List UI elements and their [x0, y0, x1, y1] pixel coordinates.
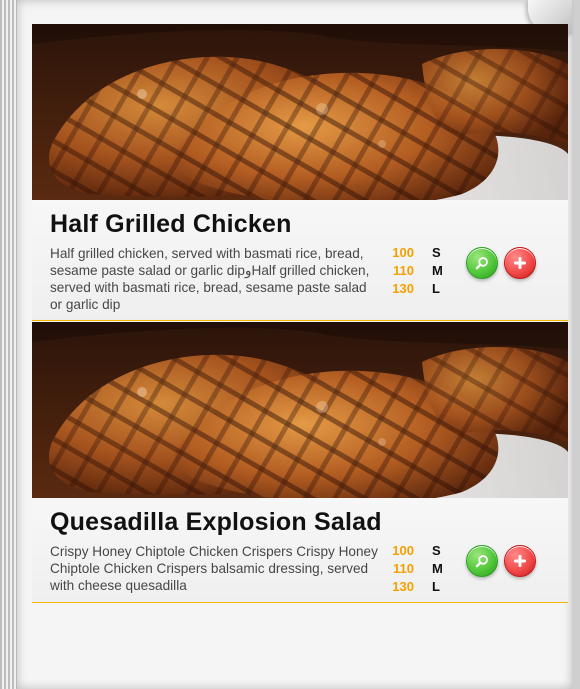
menu-book: Half Grilled Chicken Half grilled chicke… [0, 0, 580, 689]
plus-icon [514, 555, 526, 567]
price-value: 130 [392, 579, 414, 594]
price-row-s: 100 S [388, 542, 446, 560]
menu-item-actions [466, 545, 536, 577]
size-label: S [432, 245, 441, 260]
page-bottom-area [32, 606, 568, 689]
menu-item-card: Quesadilla Explosion Salad Crispy Honey … [32, 322, 568, 604]
size-label: L [432, 579, 440, 594]
menu-item-content: Half Grilled Chicken Half grilled chicke… [32, 200, 568, 321]
plus-icon [514, 257, 526, 269]
price-row-m: 110 M [388, 262, 446, 280]
price-value: 110 [393, 561, 414, 576]
menu-item-photo [32, 24, 568, 200]
size-label: M [432, 561, 443, 576]
price-value: 100 [392, 245, 414, 260]
grilled-chicken-image [32, 322, 568, 498]
grilled-chicken-image [32, 24, 568, 200]
price-row-l: 130 L [388, 280, 446, 298]
price-row-l: 130 L [388, 578, 446, 596]
price-row-s: 100 S [388, 244, 446, 262]
menu-item-description: Half grilled chicken, served with basmat… [50, 246, 370, 312]
menu-item-title: Quesadilla Explosion Salad [50, 508, 382, 536]
zoom-icon [475, 555, 488, 568]
zoom-button[interactable] [466, 545, 498, 577]
menu-item-actions [466, 247, 536, 279]
menu-item-card: Half Grilled Chicken Half grilled chicke… [32, 24, 568, 322]
zoom-icon [475, 257, 488, 270]
size-label: L [432, 281, 440, 296]
menu-item-description: Crispy Honey Chiptole Chicken Crispers C… [50, 544, 378, 593]
menu-item-title: Half Grilled Chicken [50, 210, 292, 238]
price-value: 110 [393, 263, 414, 278]
size-label: M [432, 263, 443, 278]
price-row-m: 110 M [388, 560, 446, 578]
size-label: S [432, 543, 441, 558]
add-button[interactable] [504, 247, 536, 279]
price-list: 100 S 110 M 130 L [388, 244, 446, 298]
zoom-button[interactable] [466, 247, 498, 279]
add-button[interactable] [504, 545, 536, 577]
menu-item-content: Quesadilla Explosion Salad Crispy Honey … [32, 498, 568, 603]
price-value: 100 [392, 543, 414, 558]
price-value: 130 [392, 281, 414, 296]
menu-item-photo [32, 322, 568, 498]
price-list: 100 S 110 M 130 L [388, 542, 446, 596]
